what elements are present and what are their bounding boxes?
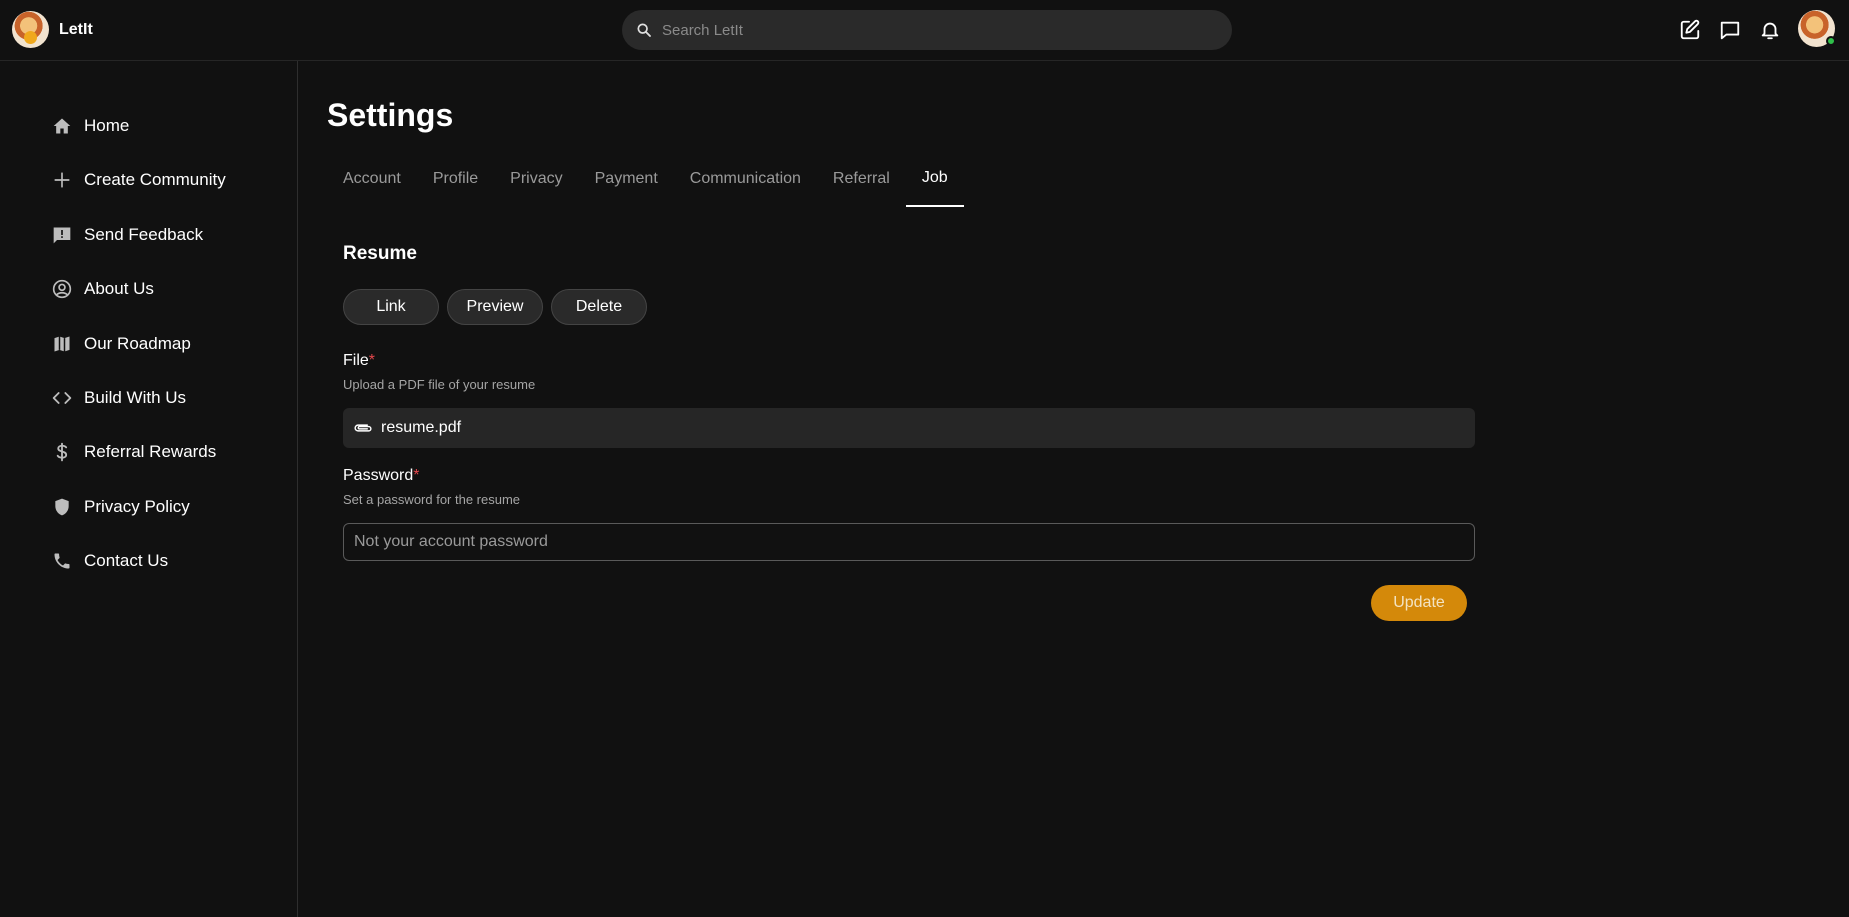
tab-privacy[interactable]: Privacy (494, 151, 578, 207)
sidebar-item-label: Send Feedback (84, 225, 204, 244)
file-name: resume.pdf (381, 419, 462, 436)
sidebar-item-send-feedback[interactable]: Send Feedback (51, 220, 203, 250)
password-field-help: Set a password for the resume (343, 492, 521, 507)
user-avatar[interactable] (1798, 10, 1836, 47)
sidebar-item-our-roadmap[interactable]: Our Roadmap (51, 329, 191, 359)
sidebar-item-label: Home (84, 116, 130, 135)
top-bar: LetIt (0, 0, 1849, 61)
sidebar-item-create-community[interactable]: Create Community (51, 165, 226, 195)
page-title: Settings (327, 97, 454, 133)
bell-icon[interactable] (1758, 18, 1782, 42)
dollar-icon (51, 441, 73, 463)
tab-profile[interactable]: Profile (417, 151, 494, 207)
sidebar-item-home[interactable]: Home (51, 111, 129, 141)
shield-icon (51, 496, 73, 518)
sidebar-item-about-us[interactable]: About Us (51, 274, 154, 304)
map-icon (51, 333, 73, 355)
sidebar-item-label: About Us (84, 279, 154, 298)
resume-password-input[interactable] (343, 523, 1475, 561)
resume-section-title: Resume (343, 243, 417, 264)
home-icon (51, 115, 73, 137)
tab-referral[interactable]: Referral (817, 151, 906, 207)
sidebar-item-label: Privacy Policy (84, 497, 190, 516)
plus-icon (51, 169, 73, 191)
sidebar-item-privacy-policy[interactable]: Privacy Policy (51, 492, 190, 522)
update-button[interactable]: Update (1371, 585, 1467, 621)
sidebar-item-referral-rewards[interactable]: Referral Rewards (51, 437, 216, 467)
online-status-dot (1826, 36, 1836, 46)
preview-button[interactable]: Preview (447, 289, 543, 325)
file-field-label: File* (343, 352, 375, 370)
edit-icon[interactable] (1678, 18, 1702, 42)
tab-job[interactable]: Job (905, 151, 964, 207)
search-bar[interactable] (622, 10, 1232, 50)
sidebar-item-label: Create Community (84, 170, 226, 189)
file-label-text: File (343, 352, 369, 369)
delete-button[interactable]: Delete (551, 289, 647, 325)
code-icon (51, 387, 73, 409)
sidebar-item-label: Contact Us (84, 551, 169, 570)
sidebar: Home Create Community Send Feedback Abou… (0, 61, 298, 917)
brand-name: LetIt (59, 20, 93, 38)
tab-account[interactable]: Account (327, 151, 417, 207)
search-input[interactable] (662, 21, 1202, 39)
chat-icon[interactable] (1718, 18, 1742, 42)
link-button[interactable]: Link (343, 289, 439, 325)
required-mark: * (368, 352, 376, 369)
resume-action-buttons: Link Preview Delete (343, 289, 655, 325)
password-field-label: Password* (343, 467, 419, 485)
phone-icon (51, 550, 73, 572)
settings-tabs: Account Profile Privacy Payment Communic… (327, 151, 964, 207)
paperclip-icon (354, 424, 372, 432)
top-icons (1662, 10, 1836, 47)
sidebar-item-label: Our Roadmap (84, 334, 191, 353)
feedback-icon (51, 224, 73, 246)
file-field-help: Upload a PDF file of your resume (343, 377, 536, 392)
password-label-text: Password (343, 467, 414, 484)
sidebar-item-build-with-us[interactable]: Build With Us (51, 383, 186, 413)
required-mark: * (413, 467, 420, 484)
sidebar-item-label: Build With Us (84, 388, 187, 407)
file-upload-field[interactable]: resume.pdf (343, 408, 1475, 448)
brand[interactable]: LetIt (12, 11, 93, 48)
search-icon (637, 23, 651, 37)
sidebar-item-label: Referral Rewards (84, 442, 217, 461)
tab-payment[interactable]: Payment (579, 151, 674, 207)
tab-communication[interactable]: Communication (674, 151, 817, 207)
user-circle-icon (51, 278, 73, 300)
sidebar-item-contact-us[interactable]: Contact Us (51, 546, 168, 576)
logo-avatar (12, 11, 49, 48)
